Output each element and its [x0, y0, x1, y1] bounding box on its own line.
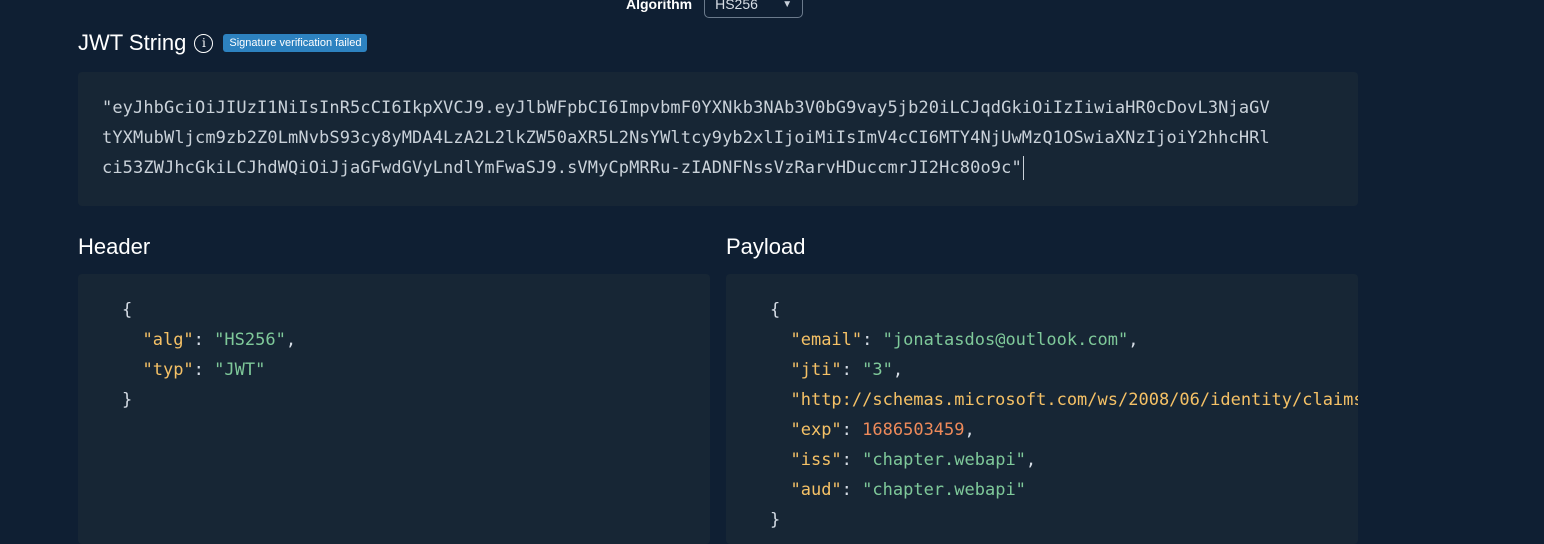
- json-value: "jonatasdos@outlook.com": [882, 330, 1129, 350]
- header-title: Header: [78, 234, 151, 259]
- jwt-line: "eyJhbGciOiJIUzI1NiIsInR5cCI6IkpXVCJ9.ey…: [102, 98, 1270, 118]
- json-value: "JWT": [214, 360, 266, 380]
- payload-open-brace: {: [770, 300, 781, 320]
- json-colon: :: [841, 480, 863, 500]
- algorithm-row: Algorithm HS256 ▼: [626, 0, 804, 18]
- algorithm-select[interactable]: HS256 ▼: [704, 0, 804, 18]
- json-key: "email": [790, 330, 863, 350]
- payload-panel[interactable]: { "email": "jonatasdos@outlook.com", "jt…: [726, 274, 1358, 544]
- jwt-line: tYXMubWljcm9zb2Z0LmNvbS93cy8yMDA4LzA2L2l…: [102, 128, 1270, 148]
- jwt-string-title: JWT String: [78, 30, 187, 55]
- json-field-row: "jti": "3",: [770, 355, 1314, 385]
- json-colon: :: [193, 330, 215, 350]
- json-value: "HS256": [214, 330, 286, 350]
- json-colon: :: [841, 360, 863, 380]
- json-key: "http://schemas.microsoft.com/ws/2008/06…: [790, 390, 1358, 410]
- chevron-down-icon: ▼: [782, 0, 793, 10]
- json-key: "typ": [142, 360, 194, 380]
- json-key: "exp": [790, 420, 842, 440]
- json-field-row: "aud": "chapter.webapi": [770, 475, 1314, 505]
- jwt-title-row: JWT String i Signature verification fail…: [78, 30, 368, 56]
- header-open-brace: {: [122, 300, 133, 320]
- json-key: "alg": [142, 330, 194, 350]
- json-colon: :: [193, 360, 215, 380]
- json-field-row: "exp": 1686503459,: [770, 415, 1314, 445]
- algorithm-selected-value: HS256: [715, 0, 758, 12]
- json-key: "iss": [790, 450, 842, 470]
- jwt-line-text: ci53ZWJhcGkiLCJhdWQiOiJjaGFwdGVyLndlYmFw…: [102, 158, 1022, 178]
- payload-title: Payload: [726, 234, 806, 259]
- json-field-row: "alg": "HS256",: [122, 325, 666, 355]
- json-value: "3": [862, 360, 893, 380]
- json-colon: :: [862, 330, 883, 350]
- algorithm-label: Algorithm: [626, 0, 693, 12]
- json-value: "chapter.webapi": [862, 450, 1026, 470]
- signature-status-badge: Signature verification failed: [223, 34, 368, 52]
- json-comma: ,: [1128, 330, 1139, 350]
- json-key: "aud": [790, 480, 842, 500]
- header-close-brace: }: [122, 390, 133, 410]
- json-value: 1686503459: [862, 420, 965, 440]
- json-field-row: "typ": "JWT": [122, 355, 666, 385]
- header-fields: "alg": "HS256", "typ": "JWT": [122, 325, 666, 385]
- json-field-row: "http://schemas.microsoft.com/ws/2008/06…: [770, 385, 1358, 415]
- json-comma: ,: [892, 360, 904, 380]
- json-field-row: "iss": "chapter.webapi",: [770, 445, 1314, 475]
- text-cursor: [1022, 156, 1024, 180]
- jwt-line: ci53ZWJhcGkiLCJhdWQiOiJjaGFwdGVyLndlYmFw…: [102, 153, 1334, 183]
- json-field-row: "email": "jonatasdos@outlook.com",: [770, 325, 1314, 355]
- payload-fields: "email": "jonatasdos@outlook.com", "jti"…: [770, 325, 1358, 505]
- json-key: "jti": [790, 360, 842, 380]
- json-value: "chapter.webapi": [862, 480, 1026, 500]
- json-comma: ,: [285, 330, 297, 350]
- json-colon: :: [841, 450, 863, 470]
- json-comma: ,: [964, 420, 975, 440]
- payload-close-brace: }: [770, 510, 781, 530]
- info-icon[interactable]: i: [194, 33, 214, 53]
- jwt-string-input[interactable]: "eyJhbGciOiJIUzI1NiIsInR5cCI6IkpXVCJ9.ey…: [78, 72, 1358, 206]
- json-colon: :: [841, 420, 863, 440]
- header-panel[interactable]: { "alg": "HS256", "typ": "JWT" }: [78, 274, 710, 544]
- json-comma: ,: [1025, 450, 1037, 470]
